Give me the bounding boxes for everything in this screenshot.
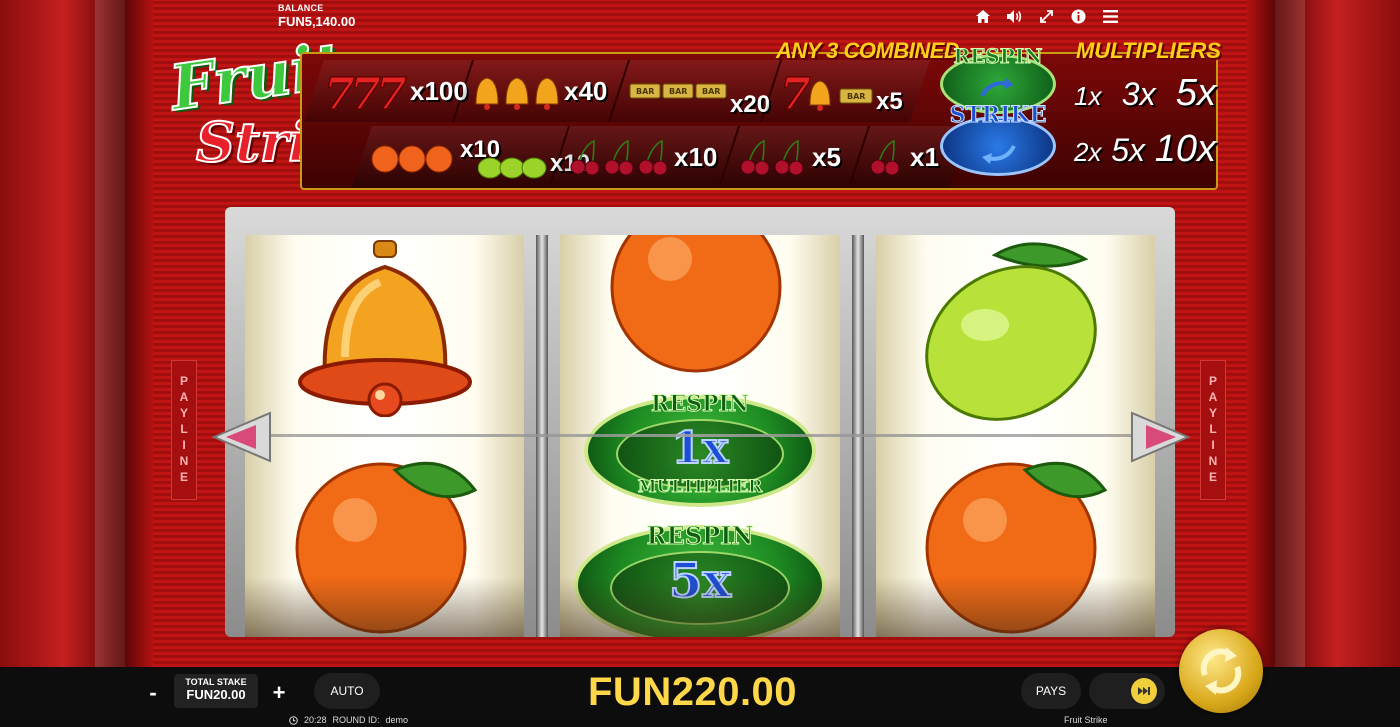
- bell-symbol: [290, 237, 480, 417]
- spin-arrows-icon: [1200, 647, 1242, 695]
- clock-icon: [289, 715, 298, 725]
- multiplier-value: 5x: [1111, 132, 1145, 168]
- paytable: ANY 3 COMBINED MULTIPLIERS 777 x100 x40: [300, 38, 1221, 190]
- paytable-cell-777: 777 x100: [303, 60, 475, 122]
- round-id-label: ROUND ID:: [332, 715, 380, 725]
- balance-label: BALANCE: [278, 3, 324, 13]
- svg-text:BAR: BAR: [847, 92, 865, 101]
- cherry-icon: [870, 139, 900, 176]
- payline-arrow-left-icon: [212, 411, 271, 463]
- payline-arrow-right-icon: [1131, 411, 1190, 463]
- svg-text:BAR: BAR: [636, 87, 654, 96]
- spin-button[interactable]: [1179, 629, 1263, 713]
- decrease-stake-button[interactable]: -: [142, 680, 164, 706]
- multiplier-value: 5x: [1175, 72, 1216, 114]
- volume-icon[interactable]: [1006, 8, 1023, 25]
- pays-label: PAYS: [1035, 684, 1067, 698]
- respin-badge-top: RESPIN: [651, 391, 750, 418]
- multiplier-bells: x40: [564, 75, 608, 106]
- bar-icon: BAR BAR BAR: [629, 83, 727, 99]
- payline-text: PAYLINE: [177, 374, 191, 486]
- respin-badge-value: 1x: [671, 422, 730, 475]
- status-left: 20:28 ROUND ID: demo: [289, 715, 408, 725]
- top-toolbar: [974, 8, 1119, 25]
- paytable-row-2: x10 x10 x10 x5: [351, 124, 971, 190]
- reel-shadow: [245, 577, 525, 637]
- orange-symbol: [600, 235, 800, 377]
- multiplier-value: 2x: [1074, 137, 1102, 167]
- seven-icon: 777: [323, 69, 407, 113]
- paytable-cell-oranges: x10 x10: [351, 126, 590, 188]
- increase-stake-button[interactable]: +: [268, 680, 290, 706]
- payline-text: PAYLINE: [1206, 374, 1220, 486]
- paytable-cell-bars: BAR BAR BAR x20: [609, 60, 783, 122]
- fast-forward-icon: [1131, 678, 1157, 704]
- home-icon[interactable]: [974, 8, 991, 25]
- reel-shadow: [560, 577, 840, 637]
- fullscreen-icon[interactable]: [1038, 8, 1055, 25]
- info-icon[interactable]: [1070, 8, 1087, 25]
- respin-badge-top: RESPIN: [646, 521, 754, 551]
- paytable-cell-cherries3: x10: [549, 126, 741, 188]
- multiplier-cherries2: x5: [812, 141, 841, 172]
- multiplier-mixed: x5: [876, 88, 903, 115]
- turbo-toggle[interactable]: [1089, 673, 1165, 709]
- autoplay-label: AUTO: [330, 684, 364, 698]
- paytable-cell-bells: x40: [453, 60, 631, 122]
- respin-label: RESPIN: [953, 44, 1043, 69]
- autoplay-button[interactable]: AUTO: [314, 673, 380, 709]
- total-stake-value: FUN20.00: [186, 687, 246, 702]
- payline-label-left: PAYLINE: [171, 360, 197, 500]
- respin-badge-bottom: MULTIPLIER: [637, 477, 763, 498]
- respin-1x-symbol: RESPIN 1x MULTIPLIER: [580, 385, 820, 515]
- reel-shadow: [875, 577, 1155, 637]
- lime-symbol: [915, 235, 1115, 425]
- paytable-row-1: 777 x100 x40 BAR BAR BAR x20 7 BAR x5: [303, 58, 931, 124]
- multipliers-grid: 1x 3x 5x 2x 5x 10x: [1074, 72, 1216, 184]
- game-name: Fruit Strike: [1064, 715, 1108, 725]
- multiplier-value: 1x: [1074, 81, 1102, 111]
- payline-label-right: PAYLINE: [1200, 360, 1226, 500]
- lime-icon: [478, 157, 547, 179]
- balance-display: BALANCE FUN5,140.00: [278, 3, 355, 29]
- svg-text:BAR: BAR: [669, 87, 687, 96]
- respin-strike-badge: RESPIN STRIKE: [934, 44, 1062, 188]
- status-bar: 20:28 ROUND ID: demo Fruit Strike: [0, 713, 1400, 727]
- respin-arrows-icon: [980, 78, 1014, 97]
- orange-icon: [371, 145, 453, 173]
- multiplier-value: 3x: [1121, 76, 1156, 112]
- round-id-value: demo: [385, 715, 409, 725]
- balance-value: FUN5,140.00: [278, 14, 356, 29]
- svg-text:BAR: BAR: [702, 87, 720, 96]
- svg-text:7: 7: [780, 69, 811, 113]
- win-amount: FUN220.00: [588, 670, 798, 714]
- paytable-cell-cherries2: x5: [719, 126, 871, 188]
- menu-icon[interactable]: [1102, 8, 1119, 25]
- cherry-icon: [740, 139, 804, 176]
- total-stake-display: TOTAL STAKE FUN20.00: [174, 674, 258, 708]
- cherry-icon: [570, 139, 668, 176]
- pays-button[interactable]: PAYS: [1021, 673, 1081, 709]
- total-stake-label: TOTAL STAKE: [185, 677, 247, 687]
- multipliers-title: MULTIPLIERS: [1076, 38, 1222, 63]
- multipliers-row-1: 1x 3x 5x: [1074, 72, 1216, 128]
- paytable-cell-mixed: 7 BAR x5: [761, 60, 931, 122]
- reel-frame: RESPIN 1x MULTIPLIER RESPIN 5x: [225, 207, 1175, 637]
- bell-icon: [475, 77, 559, 110]
- clock-time: 20:28: [304, 715, 327, 725]
- multiplier-value: 10x: [1154, 128, 1216, 170]
- payline-line: [245, 434, 1155, 437]
- multiplier-cherries3: x10: [674, 141, 718, 172]
- multipliers-row-2: 2x 5x 10x: [1074, 128, 1216, 184]
- svg-text:7: 7: [376, 69, 407, 113]
- respin-arrows-icon: [982, 145, 1016, 164]
